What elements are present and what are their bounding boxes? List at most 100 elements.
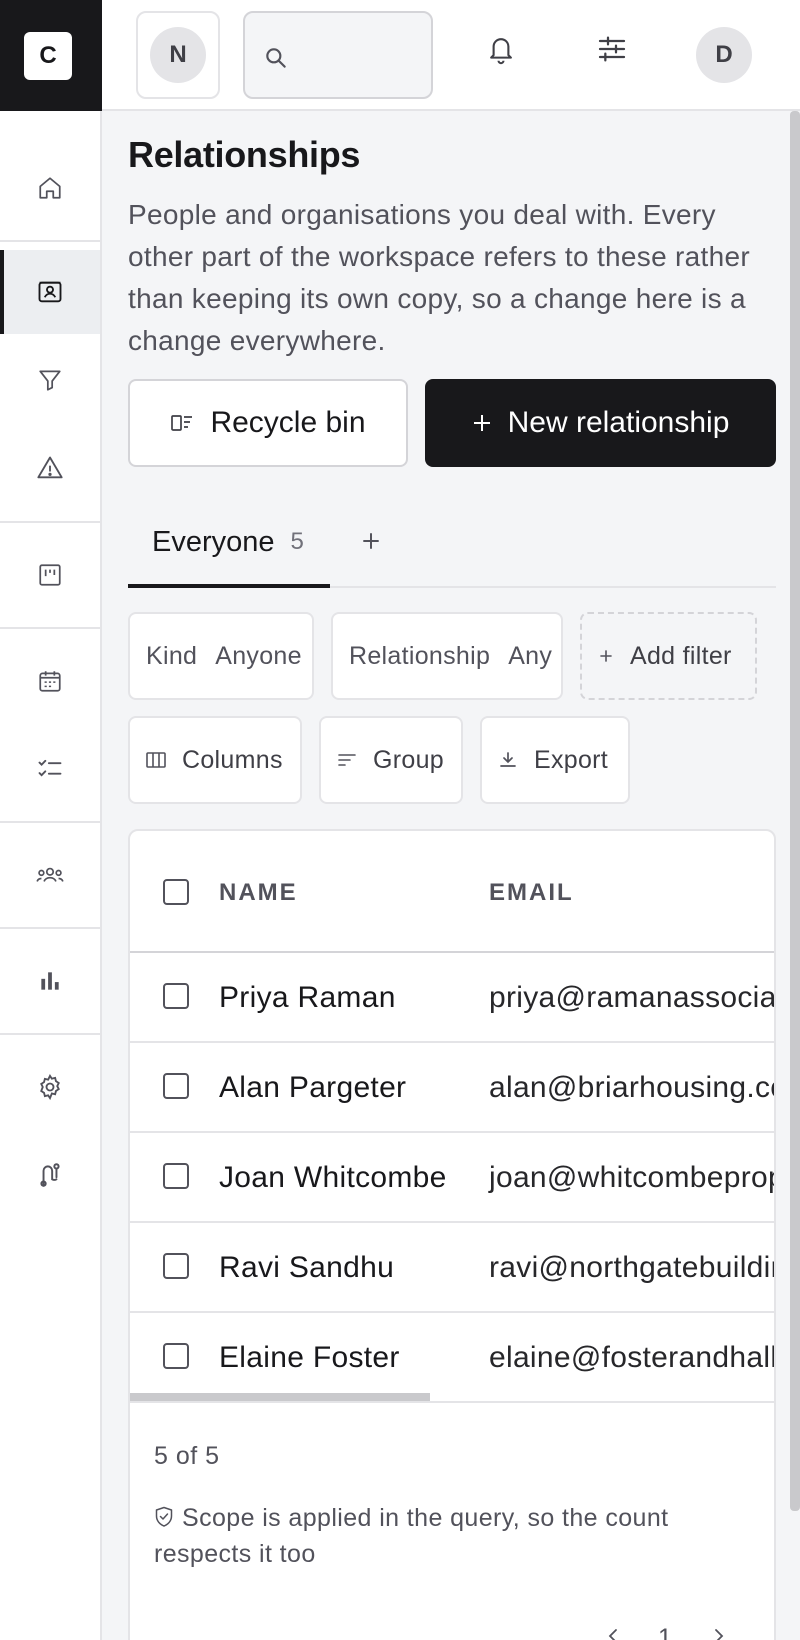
divider [0, 627, 100, 629]
sidebar-item-board[interactable] [0, 533, 100, 617]
table-header: NAME EMAIL [130, 831, 774, 953]
row-email: alan@briarhousing.co. [489, 1071, 776, 1104]
row-checkbox[interactable] [163, 983, 189, 1009]
relationship-filter-label: Relationship [349, 641, 491, 670]
home-icon [37, 175, 63, 201]
shield-check-icon [154, 1506, 174, 1528]
board-icon [37, 562, 63, 588]
row-checkbox[interactable] [163, 1253, 189, 1279]
view-tabs: Everyone 5 [128, 500, 776, 588]
kind-filter-label: Kind [146, 641, 198, 670]
scope-note-text: Scope is applied in the query, so the co… [154, 1504, 669, 1568]
workspace-avatar: N [150, 27, 206, 83]
divider [0, 821, 100, 823]
group-label: Group [373, 745, 444, 774]
columns-icon [146, 751, 166, 769]
kind-filter[interactable]: Kind Anyone [128, 612, 314, 700]
table-row[interactable]: Joan Whitcombe joan@whitcombeprope [130, 1133, 774, 1223]
checklist-icon [36, 755, 64, 783]
page-title: Relationships [128, 134, 361, 175]
tab-everyone[interactable]: Everyone 5 [128, 500, 330, 588]
sidebar-item-home[interactable] [0, 146, 100, 230]
recycle-bin-button[interactable]: Recycle bin [128, 379, 408, 467]
row-name[interactable]: Elaine Foster [219, 1341, 400, 1375]
plus-icon [472, 413, 492, 433]
sliders-icon[interactable] [596, 33, 628, 65]
sidebar-item-team[interactable] [0, 833, 100, 917]
add-view-icon[interactable] [360, 530, 382, 552]
download-icon [498, 750, 518, 770]
tab-label: Everyone [152, 525, 275, 558]
tab-count: 5 [290, 528, 304, 555]
column-header-email[interactable]: EMAIL [489, 879, 574, 907]
divider [0, 240, 100, 242]
group-button[interactable]: Group [319, 716, 463, 804]
row-count: 5 of 5 [154, 1442, 220, 1470]
plus-icon [598, 648, 614, 664]
select-all-checkbox[interactable] [163, 879, 189, 905]
export-button[interactable]: Export [480, 716, 630, 804]
team-icon [35, 862, 65, 888]
row-email: priya@ramanassociates [489, 981, 776, 1014]
table-row[interactable]: Elaine Foster elaine@fosterandhall.c [130, 1313, 774, 1403]
divider [0, 521, 100, 523]
sidebar-item-relationships[interactable] [0, 250, 100, 334]
table-row[interactable]: Priya Raman priya@ramanassociates [130, 953, 774, 1043]
search-icon [263, 45, 289, 71]
search-input[interactable] [243, 11, 433, 99]
kind-filter-value: Anyone [215, 641, 302, 670]
row-checkbox[interactable] [163, 1073, 189, 1099]
row-email: ravi@northgatebuildin [489, 1251, 776, 1284]
route-icon [37, 1161, 63, 1189]
sidebar-item-integrations[interactable] [0, 1133, 100, 1217]
page-scrollbar[interactable] [790, 111, 800, 1511]
top-bar: N D [102, 0, 800, 111]
add-filter-label: Add filter [630, 641, 732, 670]
alert-icon [36, 454, 64, 482]
export-label: Export [534, 745, 609, 774]
sidebar-item-reports[interactable] [0, 939, 100, 1023]
row-name[interactable]: Alan Pargeter [219, 1071, 406, 1105]
group-icon [337, 752, 357, 768]
contacts-icon [36, 278, 64, 306]
row-name[interactable]: Joan Whitcombe [219, 1161, 447, 1195]
gear-icon [36, 1073, 64, 1101]
row-checkbox[interactable] [163, 1343, 189, 1369]
next-page-icon[interactable] [712, 1626, 726, 1640]
add-filter-button[interactable]: Add filter [580, 612, 757, 700]
row-name[interactable]: Ravi Sandhu [219, 1251, 394, 1285]
row-email: joan@whitcombeprope [489, 1161, 776, 1194]
table-row[interactable]: Alan Pargeter alan@briarhousing.co. [130, 1043, 774, 1133]
calendar-icon [37, 668, 63, 694]
table-horizontal-scrollbar[interactable] [130, 1393, 430, 1401]
sidebar-item-settings[interactable] [0, 1045, 100, 1129]
new-relationship-button[interactable]: New relationship [425, 379, 776, 467]
row-checkbox[interactable] [163, 1163, 189, 1189]
user-avatar[interactable]: D [696, 27, 752, 83]
funnel-icon [37, 367, 63, 393]
sidebar-item-alerts[interactable] [0, 426, 100, 510]
divider [0, 1033, 100, 1035]
sidebar-item-calendar[interactable] [0, 639, 100, 723]
divider [130, 1401, 774, 1403]
relationship-filter-value: Any [508, 641, 553, 670]
relationships-table: NAME EMAIL Priya Raman priya@ramanassoci… [128, 829, 776, 1640]
row-email: elaine@fosterandhall.c [489, 1341, 776, 1374]
recycle-bin-label: Recycle bin [210, 406, 366, 439]
workspace-switcher[interactable]: N [136, 11, 220, 99]
row-name[interactable]: Priya Raman [219, 981, 396, 1015]
new-relationship-label: New relationship [507, 406, 730, 439]
sidebar-item-tasks[interactable] [0, 727, 100, 811]
app-logo[interactable]: C [24, 32, 72, 80]
relationship-filter[interactable]: Relationship Any [331, 612, 563, 700]
column-header-name[interactable]: NAME [219, 879, 298, 907]
page-number[interactable]: 1 [658, 1624, 672, 1640]
divider [0, 927, 100, 929]
columns-button[interactable]: Columns [128, 716, 302, 804]
previous-page-icon[interactable] [606, 1626, 620, 1640]
logo-area: C [0, 0, 102, 111]
sidebar-item-pipeline[interactable] [0, 338, 100, 422]
page-description: People and organisations you deal with. … [128, 199, 750, 356]
table-row[interactable]: Ravi Sandhu ravi@northgatebuildin [130, 1223, 774, 1313]
bell-icon[interactable] [486, 33, 516, 65]
